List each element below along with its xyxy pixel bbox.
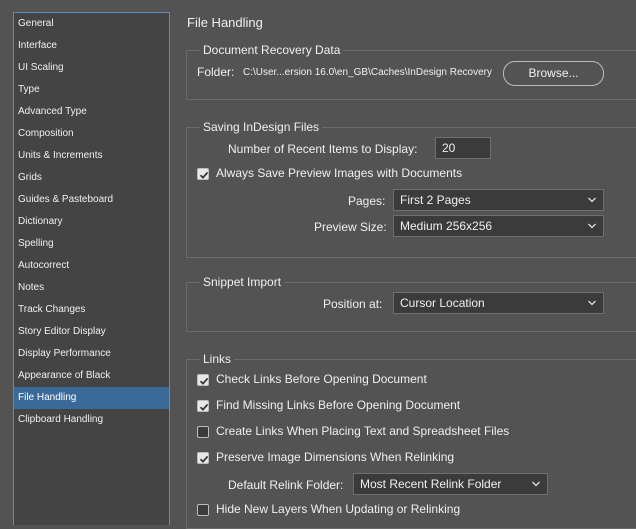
create-links-checkbox[interactable] [197,426,209,438]
sidebar-item-composition[interactable]: Composition [14,123,169,145]
pages-label: Pages: [348,194,386,208]
document-recovery-legend: Document Recovery Data [200,42,344,58]
sidebar-item-display-performance[interactable]: Display Performance [14,343,169,365]
sidebar-item-advanced-type[interactable]: Advanced Type [14,101,169,123]
always-save-preview-label: Always Save Preview Images with Document… [216,166,463,180]
preview-size-label: Preview Size: [314,220,387,234]
chevron-down-icon [532,481,540,487]
sidebar-item-dictionary[interactable]: Dictionary [14,211,169,233]
find-missing-links-checkbox[interactable] [197,400,209,412]
recovery-folder-path: C:\User...ersion 16.0\en_GB\Caches\InDes… [243,67,493,78]
default-relink-folder-value: Most Recent Relink Folder [360,477,502,491]
browse-button[interactable]: Browse... [503,61,604,86]
preferences-category-list[interactable]: General Interface UI Scaling Type Advanc… [13,12,170,525]
sidebar-item-units-increments[interactable]: Units & Increments [14,145,169,167]
pages-dropdown-value: First 2 Pages [400,193,471,207]
hide-new-layers-label: Hide New Layers When Updating or Relinki… [216,502,461,516]
position-at-dropdown[interactable]: Cursor Location [393,292,604,314]
sidebar-item-ui-scaling[interactable]: UI Scaling [14,57,169,79]
sidebar-item-interface[interactable]: Interface [14,35,169,57]
sidebar-item-guides-pasteboard[interactable]: Guides & Pasteboard [14,189,169,211]
preserve-dimensions-label: Preserve Image Dimensions When Relinking [216,450,455,464]
sidebar-item-autocorrect[interactable]: Autocorrect [14,255,169,277]
default-relink-folder-label: Default Relink Folder: [228,478,344,492]
folder-label: Folder: [197,65,235,79]
check-links-checkbox[interactable] [197,374,209,386]
snippet-import-legend: Snippet Import [200,274,285,290]
links-legend: Links [200,351,235,367]
saving-files-legend: Saving InDesign Files [200,119,323,135]
sidebar-item-clipboard-handling[interactable]: Clipboard Handling [14,409,169,431]
sidebar-item-appearance-of-black[interactable]: Appearance of Black [14,365,169,387]
default-relink-folder-dropdown[interactable]: Most Recent Relink Folder [353,473,548,495]
preserve-dimensions-checkbox[interactable] [197,452,209,464]
page-title: File Handling [187,15,263,30]
preview-size-dropdown[interactable]: Medium 256x256 [393,215,604,237]
recent-items-label: Number of Recent Items to Display: [228,142,418,156]
find-missing-links-label: Find Missing Links Before Opening Docume… [216,398,461,412]
sidebar-item-general[interactable]: General [14,13,169,35]
position-at-dropdown-value: Cursor Location [400,296,485,310]
sidebar-item-spelling[interactable]: Spelling [14,233,169,255]
sidebar-item-type[interactable]: Type [14,79,169,101]
pages-dropdown[interactable]: First 2 Pages [393,189,604,211]
sidebar-item-story-editor-display[interactable]: Story Editor Display [14,321,169,343]
sidebar-item-notes[interactable]: Notes [14,277,169,299]
always-save-preview-checkbox[interactable] [197,168,209,180]
preview-size-dropdown-value: Medium 256x256 [400,219,493,233]
chevron-down-icon [588,300,596,306]
recent-items-input[interactable]: 20 [435,137,491,159]
sidebar-item-grids[interactable]: Grids [14,167,169,189]
position-at-label: Position at: [323,297,383,311]
check-links-label: Check Links Before Opening Document [216,372,427,386]
chevron-down-icon [588,197,596,203]
chevron-down-icon [588,223,596,229]
sidebar-item-file-handling[interactable]: File Handling [14,387,169,409]
sidebar-item-track-changes[interactable]: Track Changes [14,299,169,321]
create-links-label: Create Links When Placing Text and Sprea… [216,424,510,438]
hide-new-layers-checkbox[interactable] [197,504,209,516]
